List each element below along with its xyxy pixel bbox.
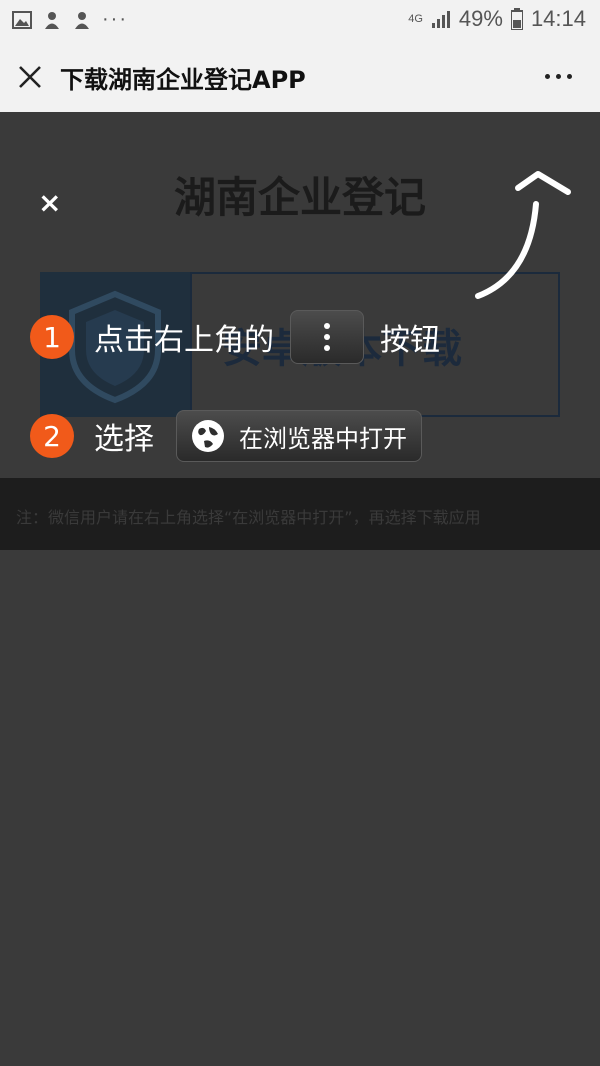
menu-button-hint — [290, 310, 364, 364]
globe-icon — [192, 420, 224, 452]
step-1-text-before: 点击右上角的 — [94, 323, 274, 358]
battery-icon — [510, 8, 523, 30]
arrow-pointer-icon — [475, 171, 571, 299]
status-left: ··· — [12, 8, 128, 31]
notification-icon — [75, 11, 89, 29]
status-right: 4G 49% 14:14 — [408, 6, 586, 32]
signal-icon — [431, 11, 450, 28]
clock: 14:14 — [530, 6, 586, 31]
step-1-number: 1 — [30, 315, 74, 359]
step-1: 1 点击右上角的 按钮 — [30, 310, 440, 364]
more-icon[interactable] — [545, 74, 572, 79]
page-title: 下载湖南企业登记APP — [60, 66, 306, 94]
open-in-browser-label: 在浏览器中打开 — [239, 424, 407, 453]
more-dots-icon: ··· — [102, 8, 128, 30]
note-bar: 注：微信用户请在右上角选择“在浏览器中打开”，再选择下载应用 — [0, 478, 600, 550]
step-2-text: 选择 — [94, 422, 154, 457]
step-1-text-after: 按钮 — [380, 323, 440, 358]
wechat-note: 注：微信用户请在右上角选择“在浏览器中打开”，再选择下载应用 — [16, 508, 481, 527]
title-bar: 下载湖南企业登记APP — [0, 40, 600, 112]
image-icon — [12, 10, 32, 29]
battery-percent: 49% — [458, 6, 503, 31]
step-2-number: 2 — [30, 414, 74, 458]
step-2: 2 选择 在浏览器中打开 — [30, 410, 422, 462]
overlay-close-button[interactable]: × — [38, 186, 61, 219]
close-icon[interactable] — [17, 64, 43, 90]
open-in-browser-hint: 在浏览器中打开 — [176, 410, 422, 462]
status-bar: ··· 4G 49% 14:14 — [0, 0, 600, 40]
network-type: 4G — [408, 12, 423, 25]
vertical-dots-icon — [324, 323, 330, 351]
notification-icon — [45, 11, 59, 29]
